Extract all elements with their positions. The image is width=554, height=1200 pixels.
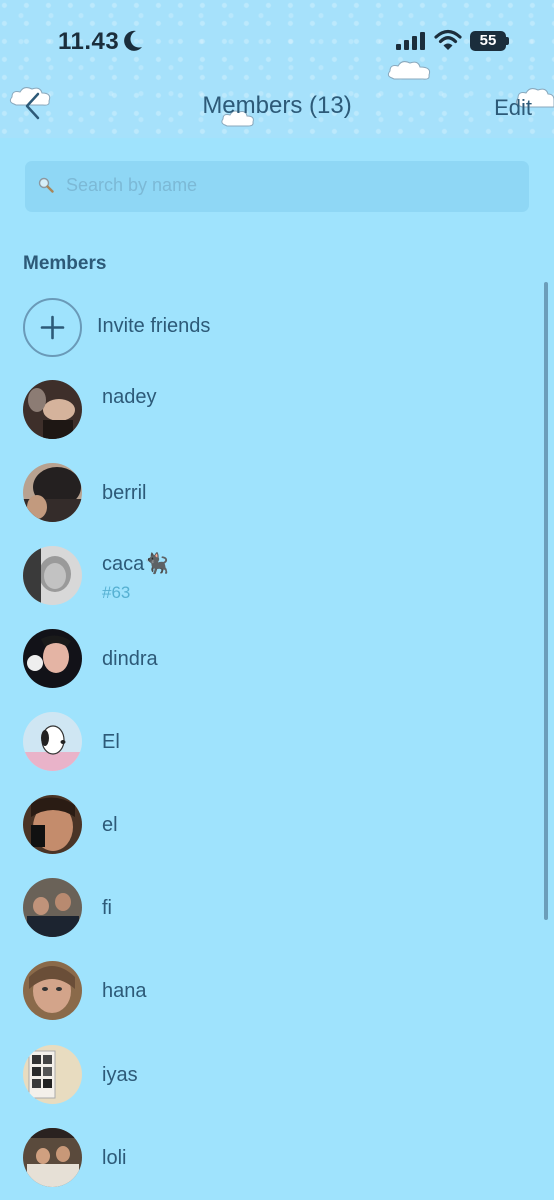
member-name: hana [102, 980, 147, 1002]
search-icon [38, 177, 54, 193]
member-name: caca🐈‍⬛ [102, 553, 170, 575]
avatar [23, 463, 82, 522]
member-row-loli[interactable]: loli [0, 1128, 554, 1198]
member-row-iyas[interactable]: iyas [0, 1045, 554, 1115]
battery-tip [506, 37, 509, 45]
avatar [23, 1128, 82, 1187]
member-tag: #63 [102, 583, 131, 602]
moon-icon [124, 30, 142, 51]
member-row-berril[interactable]: berril [0, 463, 554, 533]
invite-button[interactable] [23, 298, 82, 357]
member-name: El [102, 731, 120, 753]
avatar [23, 712, 82, 771]
page-title: Members (13) [202, 92, 352, 119]
invite-friends-label[interactable]: Invite friends [97, 315, 210, 338]
member-name: el [102, 814, 118, 836]
member-row-caca[interactable]: caca🐈‍⬛ #63 [0, 546, 554, 616]
member-row-El[interactable]: El [0, 712, 554, 782]
member-name: iyas [102, 1064, 138, 1086]
member-row-hana[interactable]: hana [0, 961, 554, 1031]
member-row-nadey[interactable]: nadey [0, 380, 554, 450]
avatar [23, 795, 82, 854]
avatar [23, 546, 82, 605]
avatar [23, 961, 82, 1020]
avatar [23, 380, 82, 439]
section-title: Members [23, 253, 107, 274]
member-name: nadey [102, 386, 157, 408]
member-name: berril [102, 482, 147, 504]
avatar [23, 878, 82, 937]
signal-icon [396, 32, 425, 50]
status-time: 11.43 [58, 28, 120, 55]
status-bar: 11.43 55 [0, 0, 554, 80]
member-row-el[interactable]: el [0, 795, 554, 865]
wifi-icon [434, 29, 462, 50]
member-row-dindra[interactable]: dindra [0, 629, 554, 699]
member-name: dindra [102, 648, 158, 670]
scrollbar[interactable] [544, 282, 548, 920]
member-row-fi[interactable]: fi [0, 878, 554, 948]
member-name: fi [102, 897, 112, 919]
avatar [23, 1045, 82, 1104]
edit-button[interactable]: Edit [494, 95, 532, 121]
battery-indicator: 55 [470, 31, 506, 51]
member-name: loli [102, 1147, 127, 1169]
plus-icon [40, 315, 65, 340]
search-placeholder: Search by name [66, 175, 198, 195]
avatar [23, 629, 82, 688]
